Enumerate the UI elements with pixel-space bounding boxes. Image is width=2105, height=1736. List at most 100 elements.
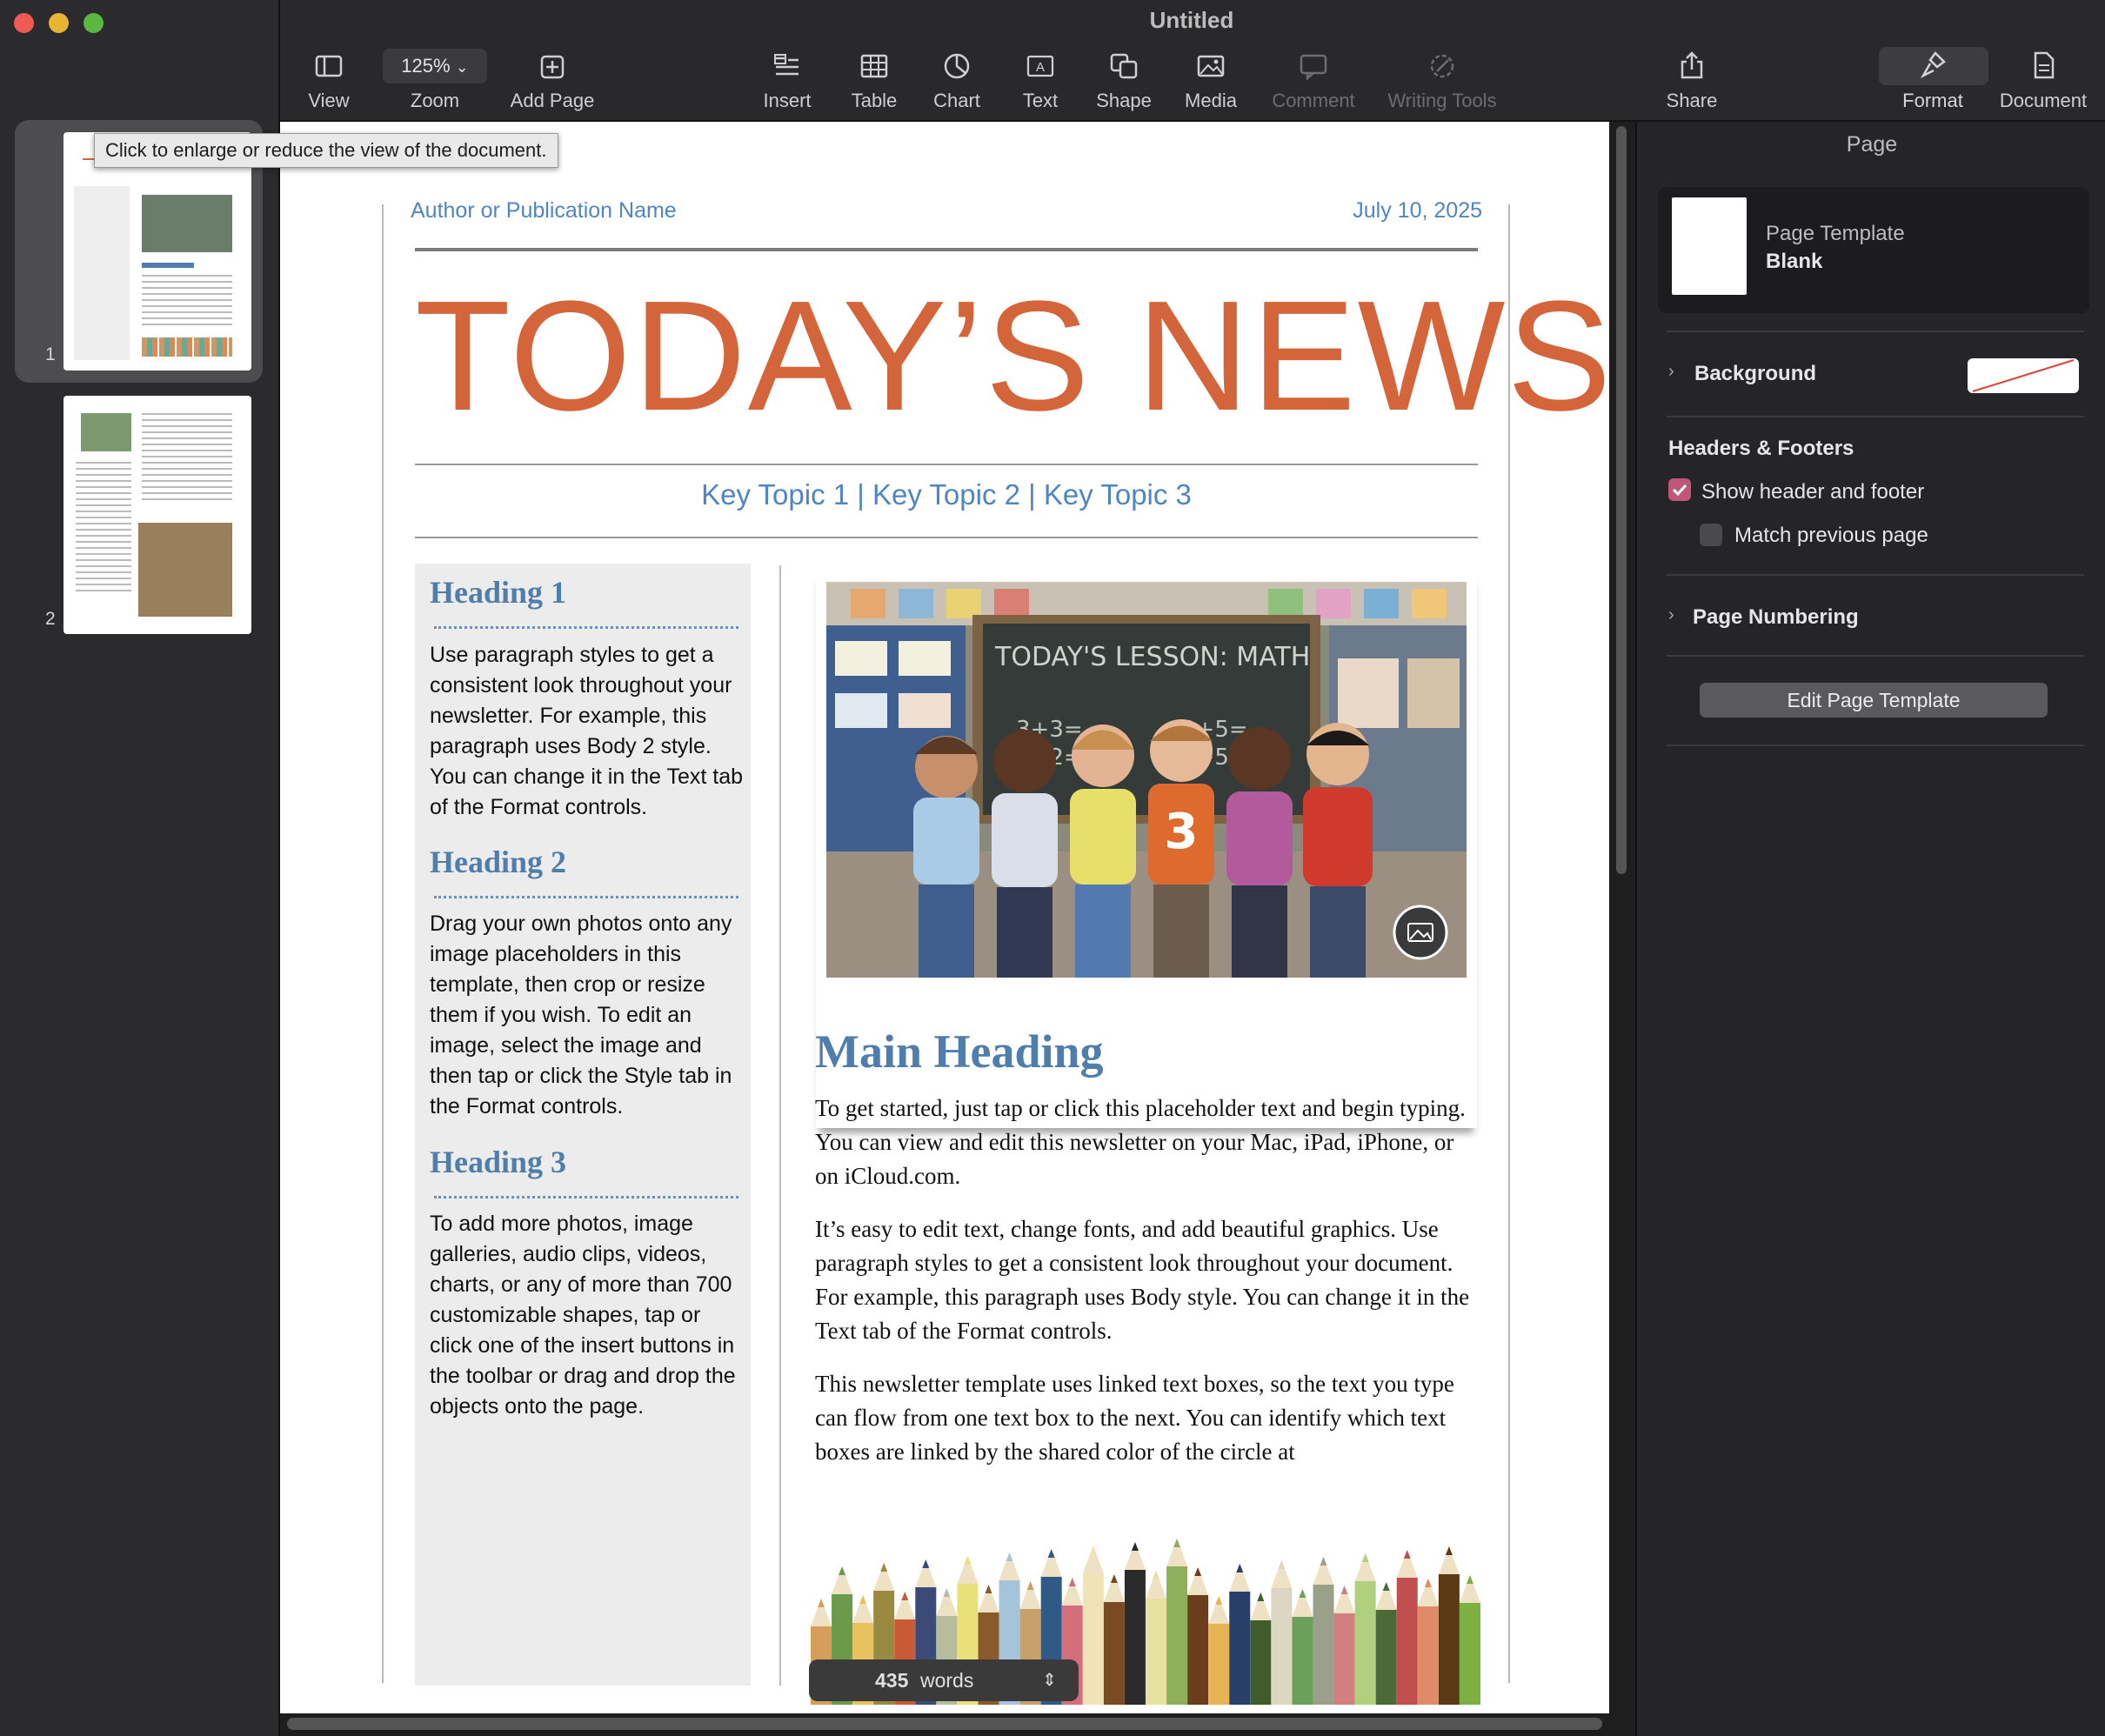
header-author[interactable]: Author or Publication Name (411, 198, 677, 224)
view-label: View (308, 90, 350, 111)
background-label[interactable]: Background (1694, 362, 1816, 386)
insert-button[interactable]: Insert (750, 48, 825, 112)
heading-1[interactable]: Heading 1 (430, 574, 566, 611)
writing-tools-button[interactable]: Writing Tools (1380, 48, 1505, 112)
pencil-lead (1382, 1582, 1390, 1591)
chevron-right-icon[interactable]: › (1668, 362, 1674, 382)
pencil-lead (1194, 1567, 1202, 1576)
pencil (1438, 1574, 1460, 1705)
heading-3-body[interactable]: To add more photos, image galleries, aud… (430, 1209, 743, 1422)
heading-2-body[interactable]: Drag your own photos onto any image plac… (430, 909, 743, 1122)
pencil-lead (1361, 1553, 1369, 1562)
format-inspector: Page Page Template Blank › Background He… (1635, 122, 2105, 1736)
chalkboard-text: TODAY'S LESSON: MATH (994, 642, 1310, 672)
separator (1667, 655, 2084, 657)
document-button[interactable]: Document (1994, 48, 2093, 112)
heading-3[interactable]: Heading 3 (430, 1144, 566, 1180)
zoom-label: Zoom (410, 90, 460, 111)
page-template-card[interactable]: Page Template Blank (1658, 187, 2089, 313)
shape-label: Shape (1096, 90, 1152, 111)
document-page[interactable]: Author or Publication Name July 10, 2025… (280, 122, 1609, 1713)
heading-1-body[interactable]: Use paragraph styles to get a consistent… (430, 640, 743, 823)
text-label: Text (1022, 90, 1059, 111)
page-thumbnail-1[interactable] (63, 132, 251, 371)
match-previous-page-checkbox[interactable] (1700, 524, 1722, 546)
text-button[interactable]: A Text (1009, 48, 1072, 112)
format-button[interactable]: Format (1889, 48, 1976, 112)
vertical-scrollbar[interactable] (1616, 126, 1627, 874)
pencil (1271, 1588, 1293, 1705)
pencil-lead (880, 1563, 888, 1572)
format-label: Format (1902, 90, 1963, 111)
pencil (1459, 1603, 1480, 1705)
edit-page-template-button[interactable]: Edit Page Template (1700, 683, 2048, 718)
pencil (1396, 1578, 1418, 1705)
newsletter-title[interactable]: TODAY’S NEWS (415, 274, 1609, 439)
page-template-preview (1672, 197, 1747, 295)
jersey-number: 3 (1165, 804, 1199, 860)
chevron-up-down-icon: ⇕ (1042, 1671, 1057, 1690)
paragraph[interactable]: It’s easy to edit text, change fonts, an… (815, 1212, 1476, 1348)
close-window-button[interactable] (14, 13, 34, 33)
main-text-box[interactable]: To get started, just tap or click this p… (815, 1092, 1476, 1469)
shape-icon (1110, 53, 1138, 79)
writing-tools-label: Writing Tools (1387, 90, 1497, 111)
word-count-label: words (920, 1669, 974, 1692)
show-header-footer-checkbox[interactable] (1668, 478, 1691, 501)
zoom-window-button[interactable] (84, 13, 104, 33)
insert-icon (774, 54, 799, 76)
insert-label: Insert (763, 90, 812, 111)
pencil (1375, 1610, 1397, 1705)
sidebar-text-box[interactable]: Heading 1 Use paragraph styles to get a … (415, 564, 751, 1686)
paragraph[interactable]: To get started, just tap or click this p… (815, 1092, 1476, 1193)
page-thumbnail-2[interactable] (63, 396, 251, 634)
paragraph[interactable]: This newsletter template uses linked tex… (815, 1367, 1476, 1469)
pie-chart-icon (944, 53, 970, 79)
main-heading[interactable]: Main Heading (815, 1025, 1104, 1078)
shape-button[interactable]: Shape (1087, 48, 1160, 112)
add-page-label: Add Page (510, 90, 595, 111)
pencil-lead (1110, 1574, 1118, 1583)
minimize-window-button[interactable] (49, 13, 69, 33)
add-page-button[interactable]: Add Page (500, 48, 605, 112)
horizontal-scrollbar[interactable] (287, 1718, 1602, 1730)
pencil (1292, 1617, 1313, 1705)
match-previous-page-label[interactable]: Match previous page (1734, 524, 1928, 548)
document-icon (2034, 51, 2055, 79)
thumbnail-number: 1 (45, 344, 56, 364)
pencil (1187, 1595, 1209, 1705)
page-numbering-label[interactable]: Page Numbering (1693, 605, 1859, 630)
title-rule (415, 464, 1478, 465)
header-date[interactable]: July 10, 2025 (1353, 198, 1482, 224)
comment-button[interactable]: Comment (1266, 48, 1361, 112)
sidebar-icon (315, 55, 343, 77)
word-count-value: 435 (875, 1669, 909, 1692)
key-topics[interactable]: Key Topic 1 | Key Topic 2 | Key Topic 3 (415, 478, 1478, 511)
pencil-lead (839, 1566, 846, 1575)
pencil-lead (1153, 1571, 1159, 1579)
writing-tools-icon (1430, 54, 1454, 78)
page-thumbnails-sidebar: 1 2 (0, 0, 280, 1736)
comment-label: Comment (1272, 90, 1355, 111)
chart-button[interactable]: Chart (924, 48, 990, 112)
show-header-footer-label[interactable]: Show header and footer (1701, 480, 1924, 504)
chevron-right-icon[interactable]: › (1668, 605, 1674, 625)
headers-footers-label: Headers & Footers (1668, 437, 1854, 460)
pencil-lead (1026, 1581, 1034, 1590)
word-count-popup[interactable]: 435 words ⇕ (809, 1659, 1079, 1701)
document-canvas[interactable]: Author or Publication Name July 10, 2025… (280, 122, 1609, 1713)
heading-2[interactable]: Heading 2 (430, 844, 566, 880)
view-button[interactable]: View (298, 48, 359, 112)
pencil (1333, 1613, 1355, 1705)
comment-icon (1300, 54, 1327, 81)
column-divider (779, 565, 781, 1686)
pencil-lead (1173, 1539, 1181, 1547)
zoom-control: Zoom (391, 48, 478, 112)
media-button[interactable]: Media (1176, 48, 1246, 112)
table-button[interactable]: Table (839, 48, 909, 112)
no-fill-icon (1972, 359, 2075, 392)
pencil (1124, 1570, 1146, 1705)
background-color-well[interactable] (1968, 358, 2079, 393)
separator (1667, 331, 2084, 332)
share-button[interactable]: Share (1657, 48, 1727, 112)
